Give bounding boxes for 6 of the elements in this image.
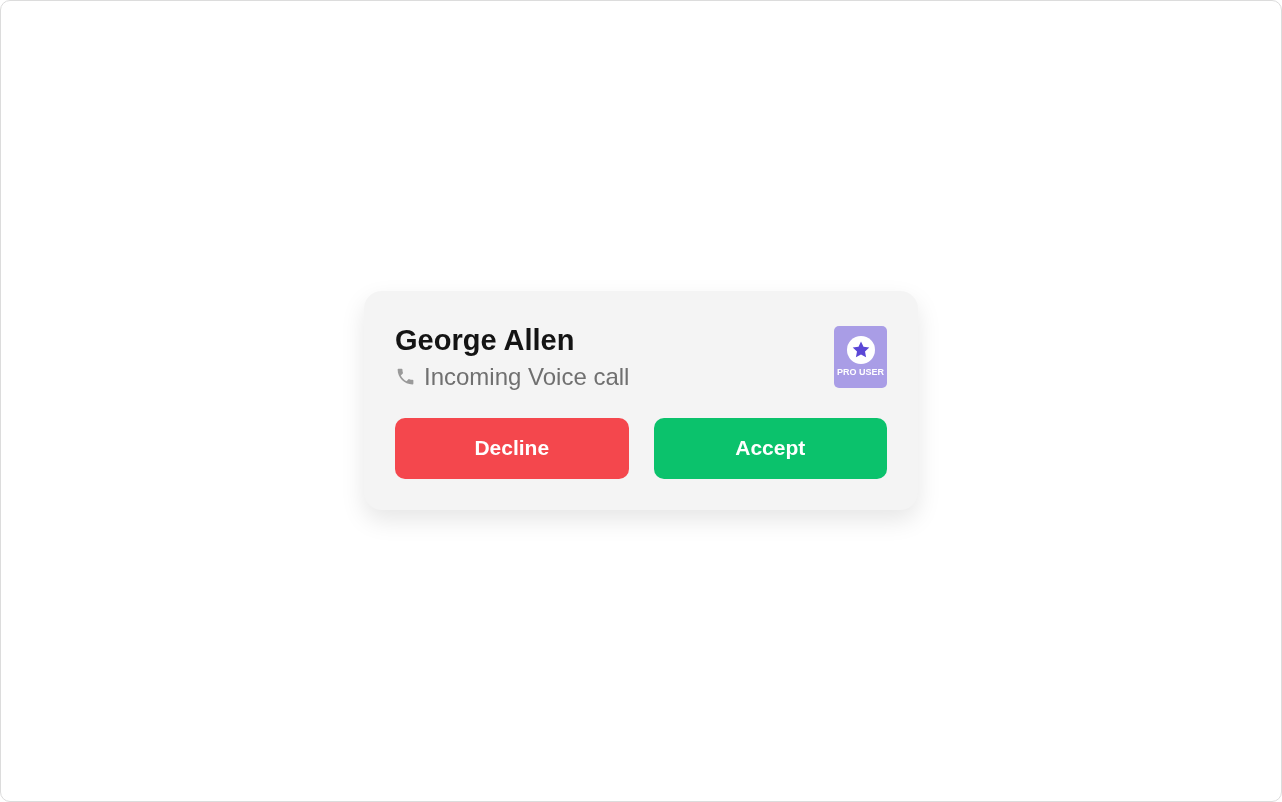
caller-name: George Allen [395, 322, 576, 357]
pro-badge: PRO USER [834, 325, 887, 388]
accept-button[interactable]: Accept [653, 417, 887, 479]
call-type: Incoming Voice call [424, 362, 630, 391]
phone-icon [395, 366, 416, 387]
decline-button[interactable]: Decline [395, 417, 629, 479]
